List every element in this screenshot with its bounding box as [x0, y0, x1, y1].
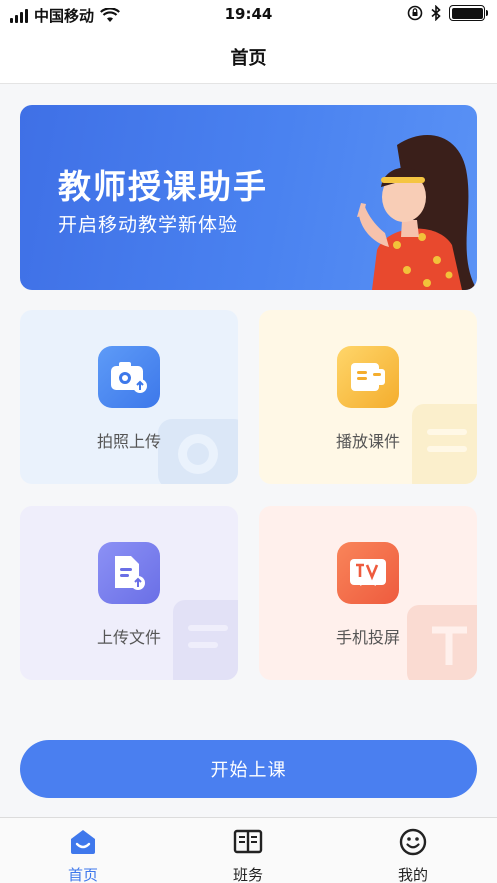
tv-cast-icon	[337, 542, 399, 604]
battery-level	[451, 7, 483, 19]
nav-bar: 首页	[0, 30, 497, 84]
home-icon	[71, 830, 95, 854]
teacher-illustration	[357, 135, 477, 290]
orientation-lock-icon	[407, 5, 423, 21]
file-upload-icon	[98, 542, 160, 604]
banner-subtitle: 开启移动教学新体验	[58, 214, 239, 236]
feature-label: 播放课件	[335, 432, 400, 451]
status-right	[407, 5, 488, 21]
tab-label: 首页	[67, 866, 98, 883]
tab-bar: 首页 班务 我的	[0, 817, 497, 883]
status-bar: 中国移动 19:44	[0, 0, 497, 30]
start-class-button[interactable]: 开始上课	[20, 740, 477, 798]
tab-class-affairs[interactable]: 班务	[198, 828, 298, 883]
feature-label: 拍照上传	[96, 432, 161, 451]
tab-home[interactable]: 首页	[33, 828, 133, 883]
hero-banner[interactable]: 教师授课助手 开启移动教学新体验	[20, 105, 477, 290]
feature-card-photo-upload[interactable]: 拍照上传	[20, 310, 238, 484]
feature-card-play-courseware[interactable]: 播放课件	[259, 310, 477, 484]
feature-label: 上传文件	[96, 628, 161, 647]
feature-card-screen-cast[interactable]: 手机投屏	[259, 506, 477, 680]
feature-card-file-upload[interactable]: 上传文件	[20, 506, 238, 680]
camera-upload-icon	[98, 346, 160, 408]
banner-title: 教师授课助手	[58, 167, 268, 206]
play-courseware-icon	[337, 346, 399, 408]
page-title: 首页	[230, 47, 267, 69]
tab-label: 我的	[397, 866, 428, 883]
tab-mine[interactable]: 我的	[363, 828, 463, 883]
smiley-icon	[399, 828, 427, 856]
tab-label: 班务	[232, 866, 263, 883]
feature-label: 手机投屏	[335, 628, 400, 647]
book-icon	[233, 829, 263, 854]
battery-icon	[449, 5, 488, 21]
bluetooth-icon	[431, 5, 441, 21]
